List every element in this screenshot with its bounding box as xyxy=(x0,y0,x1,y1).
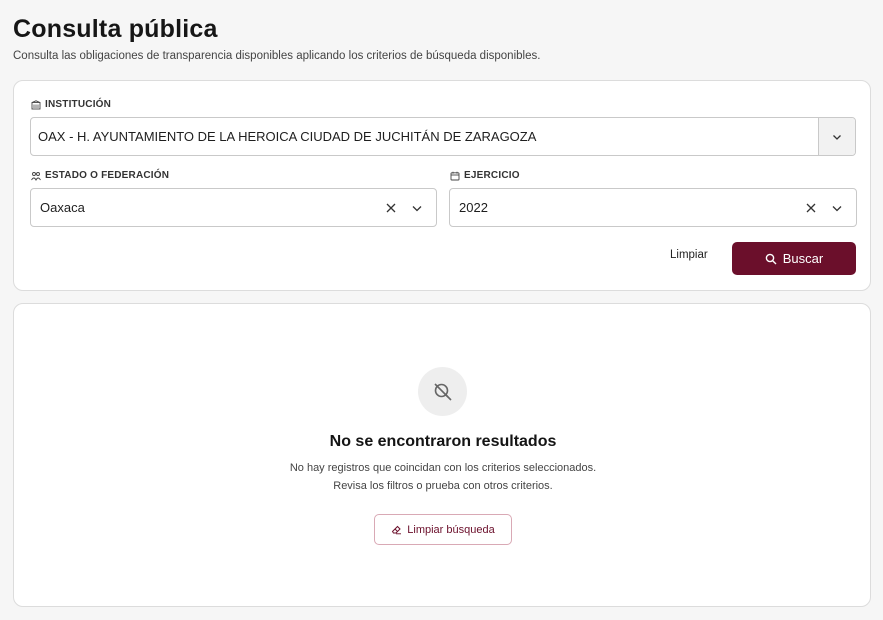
search-off-icon xyxy=(433,382,452,401)
empty-state-message-1: No hay registros que coincidan con los c… xyxy=(289,462,597,474)
institucion-value: OAX - H. AYUNTAMIENTO DE LA HEROICA CIUD… xyxy=(38,129,537,144)
page-title: Consulta pública xyxy=(13,15,218,43)
filters-card: INSTITUCIÓN OAX - H. AYUNTAMIENTO DE LA … xyxy=(13,80,871,291)
search-icon xyxy=(765,253,777,264)
close-icon xyxy=(806,203,816,212)
ejercicio-clear-button[interactable] xyxy=(800,197,822,219)
page-subtitle: Consulta las obligaciones de transparenc… xyxy=(13,50,541,62)
limpiar-busqueda-button[interactable]: Limpiar búsqueda xyxy=(374,514,512,545)
empty-state-icon-circle xyxy=(418,367,467,416)
limpiar-busqueda-label: Limpiar búsqueda xyxy=(407,523,495,536)
close-icon xyxy=(386,203,396,212)
building-icon xyxy=(31,99,41,109)
estado-select[interactable]: Oaxaca xyxy=(30,188,437,227)
estado-clear-button[interactable] xyxy=(380,197,402,219)
ejercicio-label: EJERCICIO xyxy=(450,170,520,181)
people-icon xyxy=(31,171,41,181)
estado-dropdown-button[interactable] xyxy=(406,197,428,219)
buscar-label: Buscar xyxy=(782,251,824,266)
limpiar-button[interactable]: Limpiar xyxy=(670,249,708,261)
buscar-button[interactable]: Buscar xyxy=(732,242,856,275)
chevron-down-icon xyxy=(832,205,842,211)
institucion-dropdown-button[interactable] xyxy=(818,118,855,155)
estado-label-text: ESTADO O FEDERACIÓN xyxy=(45,170,170,181)
calendar-icon xyxy=(450,171,460,180)
estado-label: ESTADO O FEDERACIÓN xyxy=(31,170,169,181)
page: Consulta pública Consulta las obligacion… xyxy=(0,0,883,620)
institucion-label-text: INSTITUCIÓN xyxy=(45,99,112,110)
ejercicio-label-text: EJERCICIO xyxy=(464,170,520,181)
ejercicio-value: 2022 xyxy=(459,200,488,215)
ejercicio-dropdown-button[interactable] xyxy=(826,197,848,219)
estado-value: Oaxaca xyxy=(40,200,85,215)
empty-state-title: No se encontraron resultados xyxy=(329,433,557,450)
chevron-down-icon xyxy=(412,205,422,211)
results-card: No se encontraron resultados No hay regi… xyxy=(13,303,871,607)
empty-state-message-2: Revisa los filtros o prueba con otros cr… xyxy=(333,480,553,492)
estado-controls xyxy=(380,197,436,219)
ejercicio-controls xyxy=(800,197,856,219)
institucion-select[interactable]: OAX - H. AYUNTAMIENTO DE LA HEROICA CIUD… xyxy=(30,117,856,156)
institucion-label: INSTITUCIÓN xyxy=(31,99,111,110)
chevron-down-icon xyxy=(833,134,841,140)
eraser-icon xyxy=(392,525,402,535)
ejercicio-select[interactable]: 2022 xyxy=(449,188,857,227)
